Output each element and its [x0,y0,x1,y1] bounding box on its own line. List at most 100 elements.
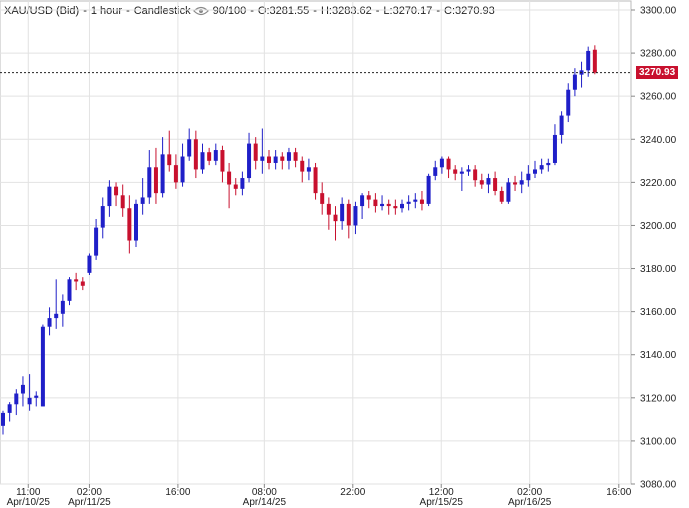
candle-body [134,203,138,241]
candle-body [433,167,438,176]
candle-body [286,152,291,161]
candle-body [127,208,132,241]
candle-body [546,162,551,166]
time-axis: 11:00Apr/10/2502:00Apr/11/2516:00 08:00Ap… [7,484,632,508]
candle [433,160,438,181]
y-tick-label: 3120.00 [640,393,677,404]
candle [519,171,524,194]
candle-body [340,203,345,222]
candlestick-chart[interactable]: 3300.00 3280.00 3260.00 3240.00 3220.00 3200.… [0,0,689,508]
candle-body [419,199,424,204]
candle-body [552,134,557,163]
candle-body [220,150,225,172]
candle [459,167,464,191]
candle-body [426,175,431,204]
candle [200,143,205,174]
candle-body [80,281,85,286]
candle-body [180,156,185,183]
candle-body [60,300,65,314]
candle [400,199,404,213]
candle-body [346,203,351,226]
candle [479,173,484,189]
y-tick-label: 3240.00 [640,135,677,146]
candle [373,193,378,213]
candle [320,182,325,215]
candle [74,272,79,291]
candle [493,171,498,196]
candle [127,195,132,254]
candle-body [167,154,172,166]
candle-body [459,171,464,174]
candle [353,201,358,235]
candle [240,171,245,196]
candle-body [100,206,105,228]
candle-body [200,152,205,170]
candle-body [306,167,311,172]
y-tick-label: 3080.00 [640,480,677,491]
candle-body [40,326,45,407]
candle-body [539,165,544,170]
candle [579,61,584,88]
candle-body [566,89,571,116]
candle [180,143,185,187]
candle [346,199,351,239]
y-tick-label: 3100.00 [640,436,677,447]
x-tick-time: 22:00 [340,487,365,498]
candle-body [473,169,478,181]
candle-body [173,165,178,183]
candle-body [486,178,491,185]
candle-body [300,160,305,172]
candle-body [207,152,212,161]
y-tick-label: 3180.00 [640,264,677,275]
candle [173,154,178,189]
candle [473,165,478,187]
candle [592,45,597,75]
candle [114,182,119,207]
candle [499,186,504,204]
candle [153,147,158,204]
candle-body [360,195,365,207]
candle [34,391,39,407]
candle [167,130,172,172]
candle-body [493,178,498,191]
candle [559,111,564,144]
candle-body [373,199,378,207]
candle-body [280,156,285,161]
candle-body [446,158,451,170]
candle-body [193,139,198,170]
y-tick-label: 3300.00 [640,6,677,17]
candle [247,132,252,183]
candle-body [147,167,152,198]
candle-body [406,201,411,204]
candle-body [353,206,358,226]
candle [267,150,271,170]
candle [313,162,318,200]
x-tick-time: 16:00 [165,487,190,498]
candle [134,199,138,247]
candle-body [506,182,511,202]
candle [147,150,152,204]
candle [333,206,338,241]
candle-body [479,180,484,185]
candle-body [533,169,537,174]
y-tick-label: 3260.00 [640,92,677,103]
candle-body [67,279,72,301]
candle [380,195,385,211]
candle-body [386,203,391,207]
candle-body [7,404,12,413]
candle [406,195,411,211]
y-tick-label: 3200.00 [640,221,677,232]
candle-body [1,412,5,426]
candle-body [233,184,238,189]
candle [393,199,398,215]
candle-body [187,139,192,157]
candle [100,197,105,239]
candle [14,389,19,416]
candle [187,128,192,161]
candle [566,83,571,123]
candle-body [393,206,398,209]
candle [1,410,5,435]
candle [80,277,85,291]
candle [426,173,431,207]
candle [446,156,451,179]
